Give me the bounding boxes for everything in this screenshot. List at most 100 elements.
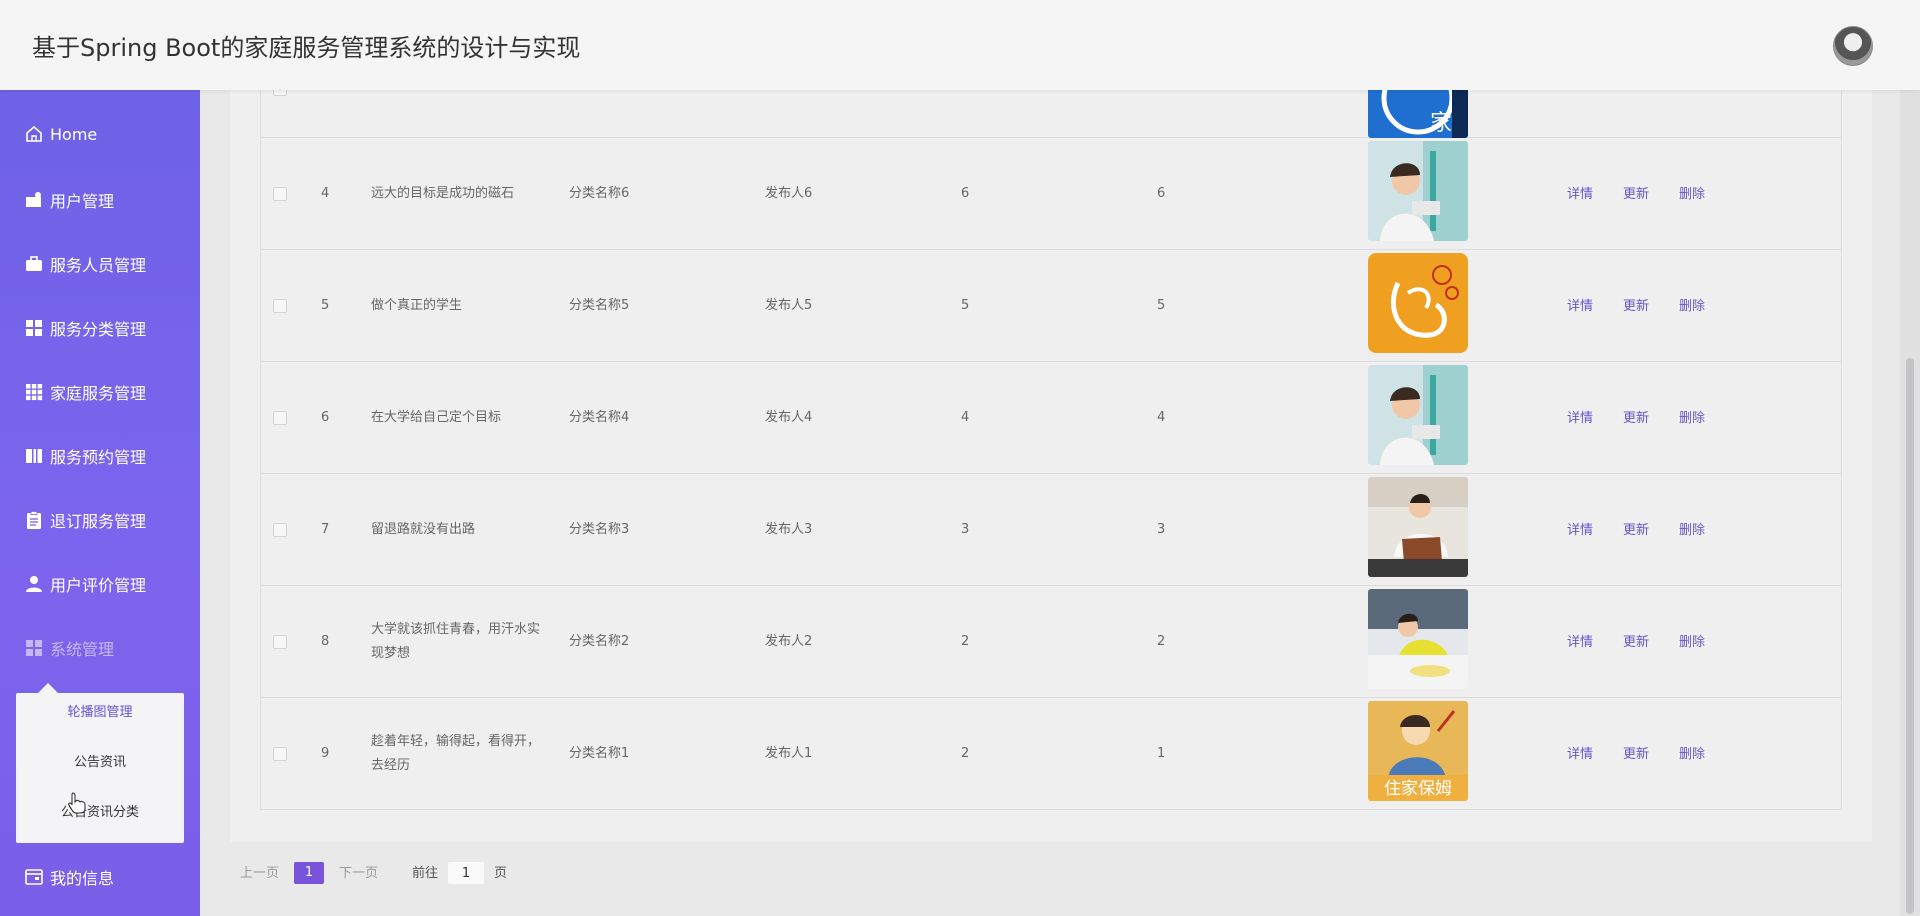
row-index: 8 bbox=[321, 634, 330, 649]
row-index: 4 bbox=[321, 186, 330, 201]
row-category: 分类名称3 bbox=[569, 522, 630, 537]
row-value-b: 4 bbox=[1157, 410, 1166, 425]
table-panel: 家政 4 远大的目标是成功的磁石 分类名称6 发布人6 6 6 详情 更新 删除 bbox=[230, 38, 1872, 842]
row-checkbox[interactable] bbox=[273, 299, 287, 313]
book-icon bbox=[24, 446, 44, 466]
row-image bbox=[1368, 253, 1468, 353]
row-checkbox[interactable] bbox=[273, 747, 287, 761]
sidebar-item-service-staff[interactable]: 服务人员管理 bbox=[0, 242, 200, 286]
person-icon bbox=[24, 574, 44, 594]
prev-page-button[interactable]: 上一页 bbox=[240, 862, 279, 886]
row-index: 5 bbox=[321, 298, 330, 313]
row-value-a: 6 bbox=[961, 186, 970, 201]
grid-icon bbox=[24, 638, 44, 658]
row-title: 大学就该抓住青春，用汗水实现梦想 bbox=[371, 622, 541, 661]
row-title: 趁着年轻，输得起，看得开，去经历 bbox=[371, 734, 541, 773]
briefcase-icon bbox=[24, 254, 44, 274]
sidebar-item-label: 服务人员管理 bbox=[50, 256, 147, 275]
row-category: 分类名称6 bbox=[569, 186, 630, 201]
next-page-button[interactable]: 下一页 bbox=[339, 862, 378, 886]
update-button[interactable]: 更新 bbox=[1623, 183, 1649, 202]
hand-cursor-icon bbox=[68, 792, 86, 814]
row-value-a: 2 bbox=[961, 746, 970, 761]
row-checkbox[interactable] bbox=[273, 523, 287, 537]
submenu-item-carousel[interactable]: 轮播图管理 bbox=[16, 693, 184, 733]
submenu-item-announcements[interactable]: 公告资讯 bbox=[16, 743, 184, 783]
sidebar-item-service-category[interactable]: 服务分类管理 bbox=[0, 306, 200, 350]
sidebar-item-label: 退订服务管理 bbox=[50, 512, 147, 531]
row-title: 留退路就没有出路 bbox=[371, 522, 476, 537]
row-category: 分类名称1 bbox=[569, 746, 630, 761]
delete-button[interactable]: 删除 bbox=[1679, 407, 1705, 426]
update-button[interactable]: 更新 bbox=[1623, 743, 1649, 762]
avatar-icon[interactable] bbox=[1833, 26, 1873, 66]
page-number-button[interactable]: 1 bbox=[294, 862, 324, 884]
submenu-item-announcement-category[interactable]: 公告资讯分类 bbox=[16, 793, 184, 833]
table-row: 9 趁着年轻，输得起，看得开，去经历 分类名称1 发布人1 2 1 住家保姆 详… bbox=[261, 698, 1841, 810]
delete-button[interactable]: 删除 bbox=[1679, 631, 1705, 650]
update-button[interactable]: 更新 bbox=[1623, 519, 1649, 538]
table-row: 6 在大学给自己定个目标 分类名称4 发布人4 4 4 详情 更新 删除 bbox=[261, 362, 1841, 474]
row-value-b: 1 bbox=[1157, 746, 1166, 761]
row-title: 远大的目标是成功的磁石 bbox=[371, 186, 515, 201]
table-row: 家政 bbox=[261, 38, 1841, 138]
row-value-a: 2 bbox=[961, 634, 970, 649]
sidebar-item-users[interactable]: 用户管理 bbox=[0, 178, 200, 222]
table-row: 8 大学就该抓住青春，用汗水实现梦想 分类名称2 发布人2 2 2 详情 更新 … bbox=[261, 586, 1841, 698]
grid9-icon bbox=[24, 382, 44, 402]
row-index: 7 bbox=[321, 522, 330, 537]
row-checkbox[interactable] bbox=[273, 187, 287, 201]
home-icon bbox=[24, 124, 44, 144]
row-publisher: 发布人3 bbox=[765, 522, 813, 537]
badge-text: 住家保姆 bbox=[1384, 779, 1452, 799]
sidebar-item-label: 服务预约管理 bbox=[50, 448, 147, 467]
row-category: 分类名称4 bbox=[569, 410, 630, 425]
detail-button[interactable]: 详情 bbox=[1567, 407, 1593, 426]
detail-button[interactable]: 详情 bbox=[1567, 519, 1593, 538]
scrollbar[interactable] bbox=[1900, 90, 1920, 916]
row-title: 做个真正的学生 bbox=[371, 298, 463, 313]
row-value-a: 5 bbox=[961, 298, 970, 313]
update-button[interactable]: 更新 bbox=[1623, 295, 1649, 314]
delete-button[interactable]: 删除 bbox=[1679, 743, 1705, 762]
page-unit-label: 页 bbox=[494, 866, 508, 881]
row-image bbox=[1368, 365, 1468, 465]
sidebar-item-label: Home bbox=[50, 124, 98, 144]
update-button[interactable]: 更新 bbox=[1623, 407, 1649, 426]
sidebar-item-reviews[interactable]: 用户评价管理 bbox=[0, 562, 200, 606]
row-publisher: 发布人4 bbox=[765, 410, 813, 425]
update-button[interactable]: 更新 bbox=[1623, 631, 1649, 650]
sidebar-item-home[interactable]: Home bbox=[0, 112, 200, 156]
detail-button[interactable]: 详情 bbox=[1567, 631, 1593, 650]
delete-button[interactable]: 删除 bbox=[1679, 183, 1705, 202]
row-value-b: 3 bbox=[1157, 522, 1166, 537]
scrollbar-thumb[interactable] bbox=[1906, 358, 1914, 914]
table-row: 4 远大的目标是成功的磁石 分类名称6 发布人6 6 6 详情 更新 删除 bbox=[261, 138, 1841, 250]
delete-button[interactable]: 删除 bbox=[1679, 519, 1705, 538]
row-value-b: 5 bbox=[1157, 298, 1166, 313]
data-table: 家政 4 远大的目标是成功的磁石 分类名称6 发布人6 6 6 详情 更新 删除 bbox=[260, 38, 1842, 810]
row-checkbox[interactable] bbox=[273, 411, 287, 425]
row-image bbox=[1368, 141, 1468, 241]
sidebar-item-cancellations[interactable]: 退订服务管理 bbox=[0, 498, 200, 542]
detail-button[interactable]: 详情 bbox=[1567, 743, 1593, 762]
sidebar-item-my-info[interactable]: 我的信息 bbox=[0, 855, 200, 899]
sidebar-item-home-service[interactable]: 家庭服务管理 bbox=[0, 370, 200, 414]
card-icon bbox=[24, 867, 44, 887]
row-value-b: 2 bbox=[1157, 634, 1166, 649]
grid-icon bbox=[24, 318, 44, 338]
row-publisher: 发布人6 bbox=[765, 186, 813, 201]
sidebar-item-system[interactable]: 系统管理 bbox=[0, 626, 200, 670]
goto-page-input[interactable]: 1 bbox=[448, 862, 484, 884]
detail-button[interactable]: 详情 bbox=[1567, 295, 1593, 314]
row-checkbox[interactable] bbox=[273, 635, 287, 649]
table-row: 5 做个真正的学生 分类名称5 发布人5 5 5 详情 更新 删除 bbox=[261, 250, 1841, 362]
user-manage-icon bbox=[24, 190, 44, 210]
delete-button[interactable]: 删除 bbox=[1679, 295, 1705, 314]
sidebar-item-label: 用户评价管理 bbox=[50, 576, 147, 595]
sidebar-item-appointments[interactable]: 服务预约管理 bbox=[0, 434, 200, 478]
detail-button[interactable]: 详情 bbox=[1567, 183, 1593, 202]
app-title: 基于Spring Boot的家庭服务管理系统的设计与实现 bbox=[32, 34, 581, 62]
row-value-b: 6 bbox=[1157, 186, 1166, 201]
sidebar-item-label: 服务分类管理 bbox=[50, 320, 147, 339]
